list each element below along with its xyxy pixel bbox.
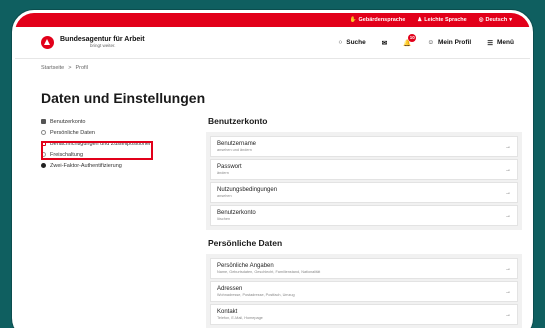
arrow-right-icon: → <box>505 166 511 173</box>
card-nutzungsbedingungen[interactable]: Nutzungsbedingungen ansehen → <box>210 182 518 203</box>
person-icon <box>41 130 46 135</box>
breadcrumb-home[interactable]: Startseite <box>41 65 64 71</box>
page-title: Daten und Einstellungen <box>41 90 206 106</box>
arrow-right-icon: → <box>505 265 511 272</box>
easy-language-link[interactable]: ♟ Leichte Sprache <box>417 17 466 23</box>
card-adressen[interactable]: Adressen Wohnadresse, Postadresse, Postfa… <box>210 281 518 302</box>
breadcrumb: Startseite > Profil <box>15 59 530 71</box>
highlight-box <box>41 141 153 160</box>
sidebar-item-zwei-faktor[interactable]: Zwei-Faktor-Authentifizierung <box>41 160 201 171</box>
breadcrumb-separator: > <box>68 65 72 71</box>
arrow-right-icon: → <box>505 143 511 150</box>
card-list-benutzerkonto: Benutzername ansehen und ändern → Passwor… <box>206 132 522 230</box>
logo-icon[interactable] <box>41 36 54 49</box>
card-persoenliche-angaben[interactable]: Persönliche Angaben Name, Geburtsdaten, G… <box>210 258 518 279</box>
sidebar-item-persoenliche-daten[interactable]: Persönliche Daten <box>41 127 201 138</box>
search-icon: ○ <box>338 39 343 46</box>
sidebar-item-benutzerkonto[interactable]: Benutzerkonto <box>41 116 201 127</box>
card-kontakt[interactable]: Kontakt Telefon, E-Mail, Homepage → <box>210 304 518 325</box>
accessibility-bar: ✋ Gebärdensprache ♟ Leichte Sprache ◎ De… <box>15 13 530 27</box>
language-select[interactable]: ◎ Deutsch ▾ <box>479 17 512 23</box>
card-passwort[interactable]: Passwort ändern → <box>210 159 518 180</box>
lock-icon <box>41 119 46 124</box>
browser-frame: ✋ Gebärdensprache ♟ Leichte Sprache ◎ De… <box>12 10 533 328</box>
user-icon: ☺ <box>427 39 434 46</box>
mail-icon[interactable]: ✉ <box>382 39 387 47</box>
notifications-button[interactable]: 🔔 10 <box>403 33 417 47</box>
arrow-right-icon: → <box>505 311 511 318</box>
site-header: Bundesagentur für Arbeit bringt weiter. … <box>15 27 530 59</box>
breadcrumb-current: Profil <box>75 65 88 71</box>
notification-badge: 10 <box>408 33 417 42</box>
card-benutzername[interactable]: Benutzername ansehen und ändern → <box>210 136 518 157</box>
section-title-benutzerkonto: Benutzerkonto <box>208 116 268 126</box>
brand-subtitle: bringt weiter. <box>90 42 116 48</box>
card-benutzerkonto-loeschen[interactable]: Benutzerkonto löschen → <box>210 205 518 226</box>
arrow-right-icon: → <box>505 189 511 196</box>
shield-icon <box>41 163 46 168</box>
search-button[interactable]: ○ Suche <box>338 39 365 46</box>
arrow-right-icon: → <box>505 288 511 295</box>
main-content: Benutzerkonto Benutzername ansehen und än… <box>206 116 522 328</box>
profile-button[interactable]: ☺ Mein Profil <box>427 39 471 46</box>
menu-button[interactable]: ☰ Menü <box>487 39 514 47</box>
sign-language-link[interactable]: ✋ Gebärdensprache <box>350 17 406 23</box>
section-title-persoenliche-daten: Persönliche Daten <box>208 238 283 248</box>
brand[interactable]: Bundesagentur für Arbeit bringt weiter. <box>60 36 145 48</box>
card-list-persoenliche-daten: Persönliche Angaben Name, Geburtsdaten, G… <box>206 254 522 328</box>
arrow-right-icon: → <box>505 212 511 219</box>
hamburger-icon: ☰ <box>487 39 494 47</box>
